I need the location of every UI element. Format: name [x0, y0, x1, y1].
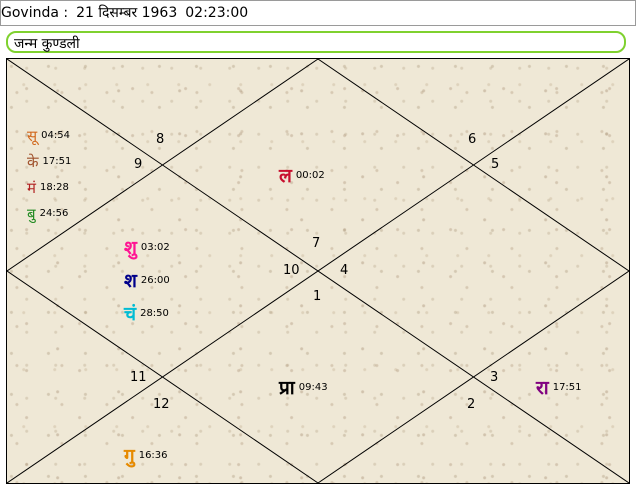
- house-number-10: 10: [283, 263, 300, 278]
- planet-shani-degree: 26:00: [140, 274, 170, 286]
- house-number-12: 12: [153, 397, 170, 412]
- house-number-4: 4: [340, 263, 349, 278]
- planet-mangal-degree: 18:28: [39, 181, 69, 193]
- house-number-8: 8: [156, 132, 165, 147]
- planet-lagna: ल 00:02: [279, 165, 325, 186]
- planet-guru-abbr: गु: [124, 444, 135, 467]
- planet-surya-degree: 04:54: [41, 129, 70, 141]
- planet-pranapada-degree: 09:43: [298, 381, 328, 393]
- kundali-lines: [7, 59, 629, 483]
- planet-ketu: के 17:51: [27, 151, 71, 172]
- planet-lagna-degree: 00:02: [295, 169, 325, 181]
- house-number-2: 2: [467, 397, 476, 412]
- planet-lagna-abbr: ल: [279, 164, 292, 187]
- planet-budh: बु 24:56: [27, 203, 68, 224]
- planet-shani-abbr: श: [124, 269, 137, 292]
- planet-rahu: रा 17:51: [536, 377, 582, 398]
- planet-budh-abbr: बु: [27, 204, 36, 223]
- house-number-9: 9: [134, 157, 143, 172]
- house-number-3: 3: [490, 370, 499, 385]
- planet-chandra-abbr: चं: [124, 302, 137, 325]
- planet-rahu-abbr: रा: [536, 376, 549, 399]
- birth-date: 21 दिसम्बर 1963: [76, 5, 178, 21]
- planet-mangal: मं 18:28: [27, 177, 69, 198]
- house-number-11: 11: [130, 370, 147, 385]
- chart-title: जन्म कुण्डली: [14, 36, 80, 52]
- planet-shani: श 26:00: [124, 270, 170, 291]
- planet-chandra: चं 28:50: [124, 303, 169, 324]
- house-number-6: 6: [468, 132, 477, 147]
- planet-guru: गु 16:36: [124, 445, 168, 466]
- planet-budh-degree: 24:56: [39, 207, 69, 219]
- kundali-chart: 8 9 6 5 7 10 4 1 11 12 3 2 सू 04:54 के 17:…: [6, 58, 630, 484]
- header-bar: Govinda : 21 दिसम्बर 1963 02:23:00: [0, 0, 636, 26]
- planet-shukra-abbr: शु: [124, 236, 137, 259]
- planet-shukra: शु 03:02: [124, 237, 170, 258]
- native-name: Govinda :: [1, 5, 69, 21]
- planet-chandra-degree: 28:50: [140, 307, 169, 319]
- birth-time: 02:23:00: [185, 5, 249, 21]
- house-number-5: 5: [491, 157, 500, 172]
- planet-guru-degree: 16:36: [138, 449, 168, 461]
- house-number-1: 1: [313, 289, 322, 304]
- planet-shukra-degree: 03:02: [140, 241, 170, 253]
- planet-pranapada-abbr: प्रा: [279, 376, 295, 399]
- planet-mangal-abbr: मं: [27, 178, 36, 197]
- planet-rahu-degree: 17:51: [552, 381, 582, 393]
- app-window: Govinda : 21 दिसम्बर 1963 02:23:00 जन्म कु…: [0, 0, 636, 486]
- house-number-7: 7: [312, 236, 321, 251]
- chart-title-bar: जन्म कुण्डली: [6, 31, 626, 53]
- planet-surya: सू 04:54: [27, 125, 70, 146]
- planet-surya-abbr: सू: [27, 126, 38, 145]
- planet-pranapada: प्रा 09:43: [279, 377, 328, 398]
- planet-ketu-abbr: के: [27, 152, 39, 171]
- planet-ketu-degree: 17:51: [42, 155, 72, 167]
